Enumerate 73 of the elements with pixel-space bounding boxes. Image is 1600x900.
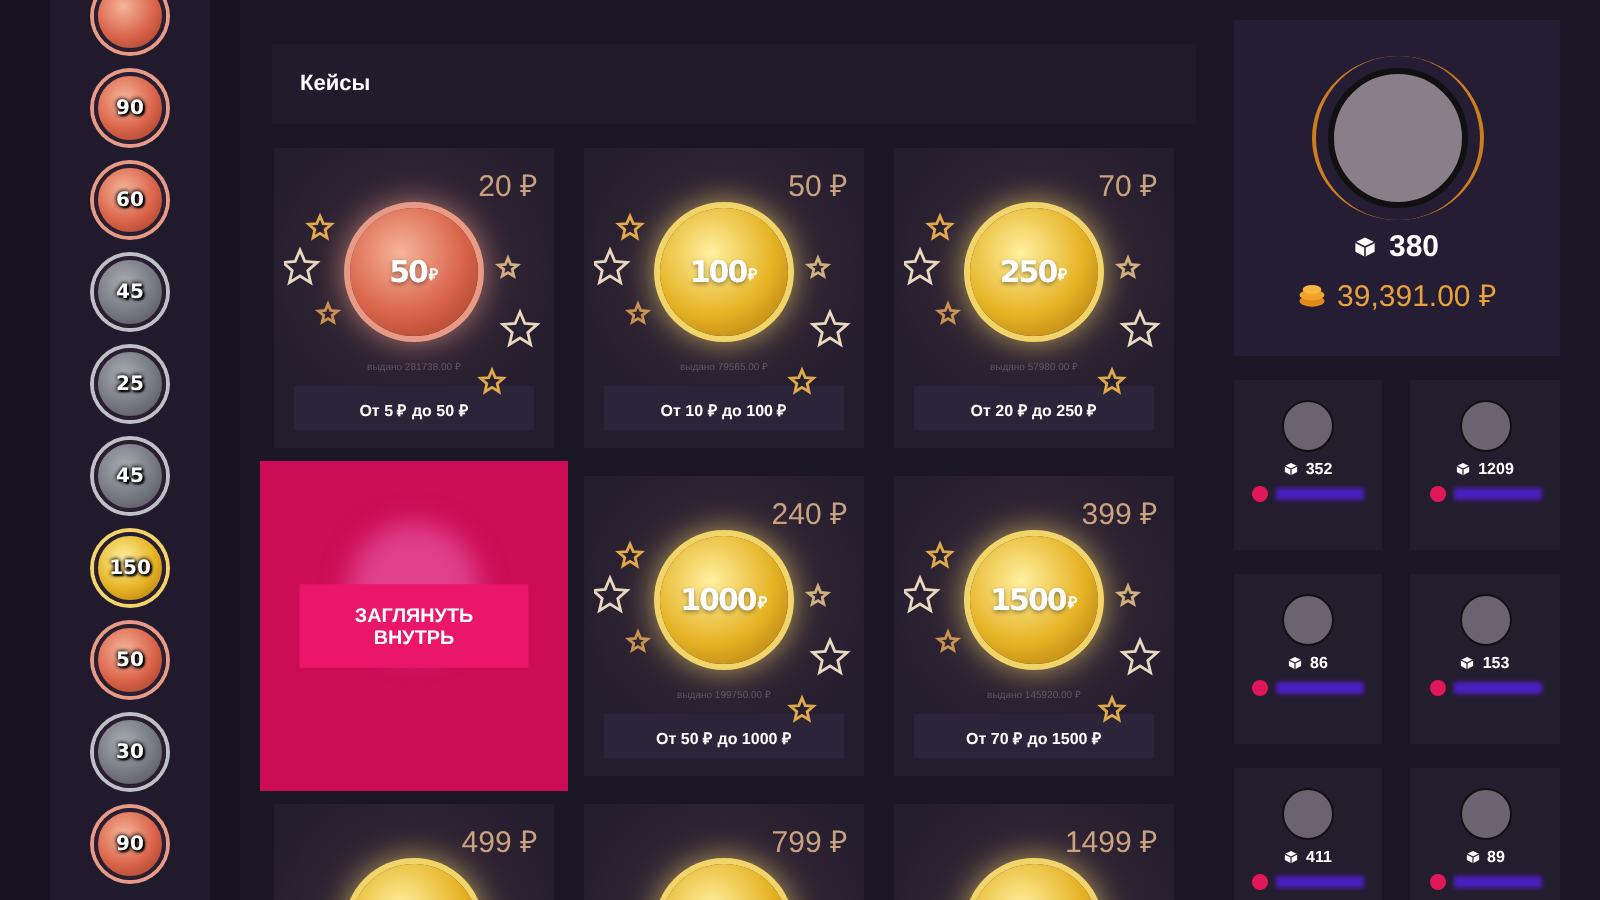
prize-range: От 70 ₽ до 1500 ₽ [914, 714, 1154, 758]
prize-range: От 50 ₽ до 1000 ₽ [604, 714, 844, 758]
coin-value: 25 [116, 373, 144, 395]
prize-range: От 20 ₽ до 250 ₽ [914, 386, 1154, 430]
balance: 39,391.00 ₽ [1337, 278, 1497, 314]
case-price: 240 ₽ [771, 496, 848, 532]
case-card[interactable]: 499 ₽ [274, 804, 554, 900]
blurred-amount-drawing [1276, 682, 1364, 694]
case-card[interactable]: ЗАГЛЯНУТЬ ВНУТРЬ [260, 461, 568, 791]
cases-count: 153 [1482, 654, 1510, 672]
avatar-placeholder [1327, 68, 1467, 208]
user-card[interactable]: 86 [1234, 574, 1382, 744]
case-price: 1499 ₽ [1064, 824, 1158, 860]
coin-value: 45 [116, 465, 144, 487]
case-price: 70 ₽ [1098, 168, 1158, 204]
cases-count: 411 [1306, 848, 1332, 866]
cases-count: 380 [1388, 230, 1440, 264]
case-card[interactable]: 799 ₽ [584, 804, 864, 900]
case-price: 499 ₽ [461, 824, 538, 860]
avatar-placeholder [1282, 788, 1334, 840]
box-icon [1288, 656, 1303, 670]
coin-value: 30 [116, 741, 144, 763]
coin-value: 50 [116, 649, 144, 671]
box-icon [1283, 462, 1298, 476]
coin-value: 150 [109, 557, 151, 579]
box-icon [1284, 850, 1299, 864]
box-icon [1354, 236, 1377, 258]
coin-currency: ₽ [428, 265, 439, 283]
blurred-amount-drawing [1453, 876, 1541, 888]
coins-icon [1297, 281, 1326, 307]
coin-value: 250 [999, 254, 1057, 290]
coin-currency: ₽ [748, 265, 759, 283]
avatar-placeholder [1459, 594, 1511, 646]
user-card[interactable]: 352 [1234, 380, 1382, 550]
avatar-placeholder [1459, 400, 1511, 452]
avatar-placeholder [1282, 594, 1334, 646]
prize-range: От 5 ₽ до 50 ₽ [294, 386, 534, 430]
coin-currency: ₽ [757, 591, 768, 611]
case-price: 399 ₽ [1081, 496, 1158, 532]
case-price: 50 ₽ [788, 168, 848, 204]
coin-value: 1500 [990, 582, 1066, 618]
case-price: 20 ₽ [478, 168, 538, 204]
coin-value: 90 [116, 833, 144, 855]
box-icon [1460, 656, 1475, 670]
box-icon [1456, 462, 1471, 476]
user-card[interactable]: 153 [1410, 574, 1560, 744]
user-card[interactable]: 89 [1410, 768, 1560, 900]
coin-currency: ₽ [1067, 591, 1078, 611]
section-title: Кейсы [300, 72, 371, 96]
box-icon [1465, 850, 1480, 864]
coin-currency: ₽ [1058, 265, 1069, 283]
blurred-amount-drawing [1276, 488, 1364, 500]
prize-range: От 10 ₽ до 100 ₽ [604, 386, 844, 430]
coin-value: 60 [116, 189, 144, 211]
user-card[interactable]: 1209 [1410, 380, 1560, 550]
cases-count: 89 [1487, 848, 1505, 866]
cases-count: 1209 [1478, 460, 1514, 478]
cases-count: 352 [1305, 460, 1333, 478]
coin-value: 90 [116, 97, 144, 119]
cases-count: 86 [1310, 654, 1328, 672]
user-card[interactable]: 411 [1234, 768, 1382, 900]
avatar-placeholder [1282, 400, 1334, 452]
blurred-amount-drawing [1453, 682, 1541, 694]
coin-value: 100 [689, 254, 747, 290]
avatar-placeholder [1459, 788, 1511, 840]
case-price: 799 ₽ [771, 824, 848, 860]
blurred-amount-drawing [1276, 876, 1364, 888]
look-inside-button[interactable]: ЗАГЛЯНУТЬ ВНУТРЬ [299, 584, 529, 668]
coin-value: 50 [389, 254, 427, 290]
blurred-amount-drawing [1453, 488, 1541, 500]
coin-value: 45 [116, 281, 144, 303]
case-card[interactable]: 1499 ₽ [894, 804, 1174, 900]
coin-value: 1000 [680, 582, 756, 618]
